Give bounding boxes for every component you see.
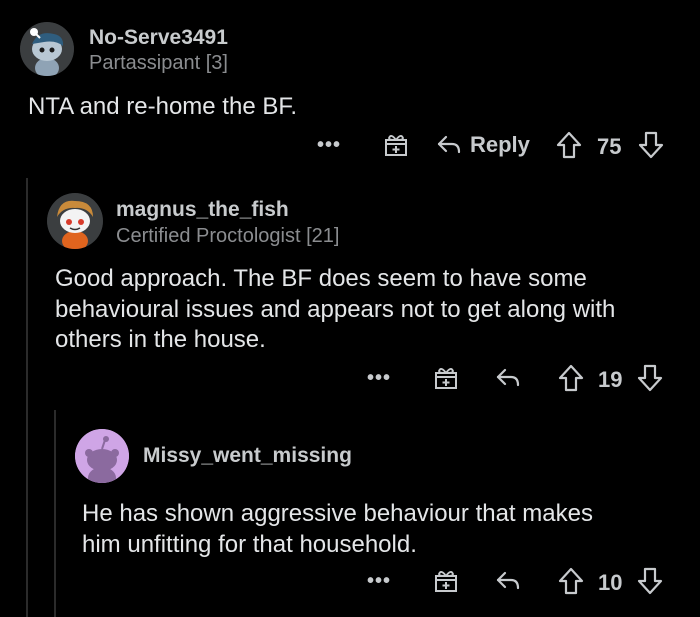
- upvote-icon: [558, 364, 584, 392]
- downvote-icon: [637, 364, 663, 392]
- downvote-button[interactable]: [637, 364, 663, 392]
- avatar[interactable]: [20, 22, 74, 76]
- award-button[interactable]: [433, 568, 459, 594]
- comment-body: Good approach. The BF does seem to have …: [55, 265, 616, 353]
- avatar[interactable]: [47, 193, 103, 249]
- more-icon: •••: [367, 367, 392, 389]
- comment-author[interactable]: magnus_the_fish: [116, 198, 289, 222]
- more-options-button[interactable]: •••: [317, 134, 341, 157]
- thread-line-level-1[interactable]: [26, 178, 28, 617]
- reply-button[interactable]: [495, 366, 521, 390]
- comment-author[interactable]: No-Serve3491: [89, 26, 228, 50]
- downvote-icon: [637, 567, 663, 595]
- more-options-button[interactable]: •••: [367, 570, 391, 593]
- reply-button[interactable]: [495, 569, 521, 593]
- reply-icon: [496, 368, 520, 387]
- upvote-icon: [556, 131, 582, 159]
- reply-button[interactable]: Reply: [436, 132, 530, 158]
- upvote-button[interactable]: [556, 131, 582, 159]
- award-icon: [435, 571, 457, 592]
- more-icon: •••: [367, 570, 392, 592]
- comment-body: He has shown aggressive behaviour that m…: [82, 500, 593, 558]
- downvote-button[interactable]: [638, 131, 664, 159]
- snoo-avatar-icon: [47, 193, 103, 249]
- award-button[interactable]: [433, 365, 459, 391]
- avatar[interactable]: [75, 429, 129, 483]
- award-icon: [385, 135, 407, 156]
- award-button[interactable]: [383, 132, 409, 158]
- upvote-button[interactable]: [558, 567, 584, 595]
- downvote-button[interactable]: [637, 567, 663, 595]
- award-icon: [435, 368, 457, 389]
- vote-score: 19: [598, 367, 623, 392]
- comment-author[interactable]: Missy_went_missing: [143, 444, 352, 468]
- user-flair: Partassipant [3]: [89, 52, 228, 74]
- vote-score: 75: [597, 134, 622, 159]
- thread-line-level-2[interactable]: [54, 410, 56, 617]
- reply-label: Reply: [470, 132, 530, 157]
- comment-body: NTA and re-home the BF.: [28, 93, 298, 120]
- snoo-avatar-icon: [75, 429, 129, 483]
- reply-icon: [437, 135, 461, 154]
- user-flair: Certified Proctologist [21]: [116, 225, 340, 247]
- upvote-icon: [558, 567, 584, 595]
- vote-score: 10: [598, 570, 623, 595]
- more-icon: •••: [317, 134, 342, 156]
- downvote-icon: [638, 131, 664, 159]
- reply-icon: [496, 571, 520, 590]
- upvote-button[interactable]: [558, 364, 584, 392]
- more-options-button[interactable]: •••: [367, 367, 391, 390]
- snoo-avatar-icon: [20, 22, 74, 76]
